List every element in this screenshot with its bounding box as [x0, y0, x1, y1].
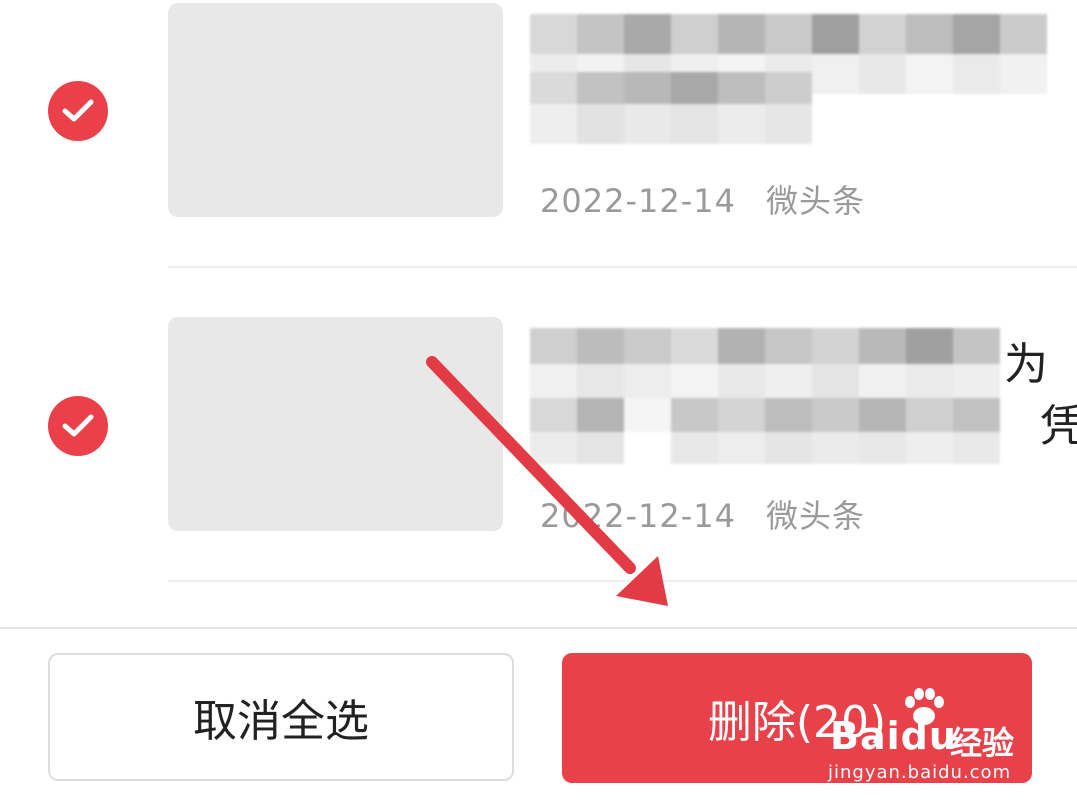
article-title-blurred[interactable]	[530, 0, 1077, 150]
article-thumbnail[interactable]	[168, 317, 503, 531]
article-delete-screen: 2022-12-14 微头条 为 凭 2022-12-14 微头条 取消全选 删…	[0, 0, 1077, 807]
check-circle-icon[interactable]	[48, 396, 108, 456]
article-title-blurred[interactable]	[530, 314, 1000, 464]
check-circle-icon[interactable]	[48, 81, 108, 141]
article-date: 2022-12-14	[540, 497, 736, 535]
article-source: 微头条	[765, 497, 865, 535]
cancel-select-all-button[interactable]: 取消全选	[48, 653, 514, 781]
article-meta: 2022-12-14 微头条	[540, 491, 865, 537]
list-item[interactable]: 为 凭 2022-12-14 微头条	[0, 268, 1077, 582]
list-item[interactable]: 2022-12-14 微头条	[0, 0, 1077, 268]
article-meta: 2022-12-14 微头条	[540, 176, 865, 222]
baidu-watermark: Baidu 经验 jingyan.baidu.com	[822, 686, 1032, 786]
watermark-brand: Baidu	[830, 714, 957, 758]
watermark-url: jingyan.baidu.com	[828, 762, 1012, 783]
article-date: 2022-12-14	[540, 182, 736, 220]
article-title-partial: 为	[1004, 339, 1048, 390]
article-source: 微头条	[765, 182, 865, 220]
article-title-partial-2: 凭	[1040, 401, 1077, 452]
article-thumbnail[interactable]	[168, 3, 503, 217]
watermark-brand-cn: 经验	[950, 724, 1015, 762]
divider	[168, 580, 1077, 582]
